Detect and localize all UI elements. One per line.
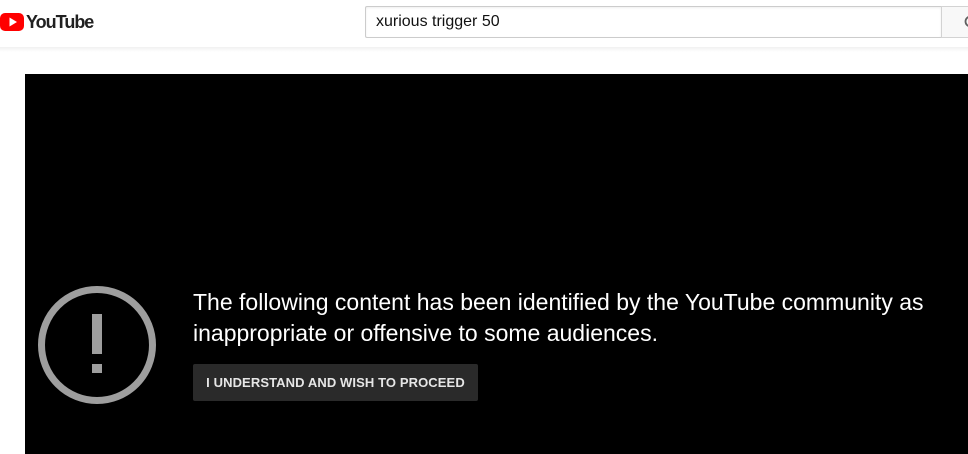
- masthead: YouTube: [0, 0, 968, 47]
- search-button[interactable]: [941, 6, 968, 38]
- video-player: [25, 74, 968, 454]
- logo-text: YouTube: [26, 12, 94, 32]
- exclamation-circle-icon: [38, 286, 156, 404]
- search-input[interactable]: [376, 13, 931, 31]
- youtube-logo[interactable]: YouTube: [0, 12, 94, 32]
- proceed-button[interactable]: I UNDERSTAND AND WISH TO PROCEED: [193, 364, 478, 401]
- search-icon: [964, 16, 968, 27]
- content-warning-message: The following content has been identifie…: [193, 289, 924, 346]
- youtube-play-icon: [0, 13, 24, 31]
- search-box[interactable]: [365, 6, 941, 38]
- masthead-shadow: [0, 47, 968, 52]
